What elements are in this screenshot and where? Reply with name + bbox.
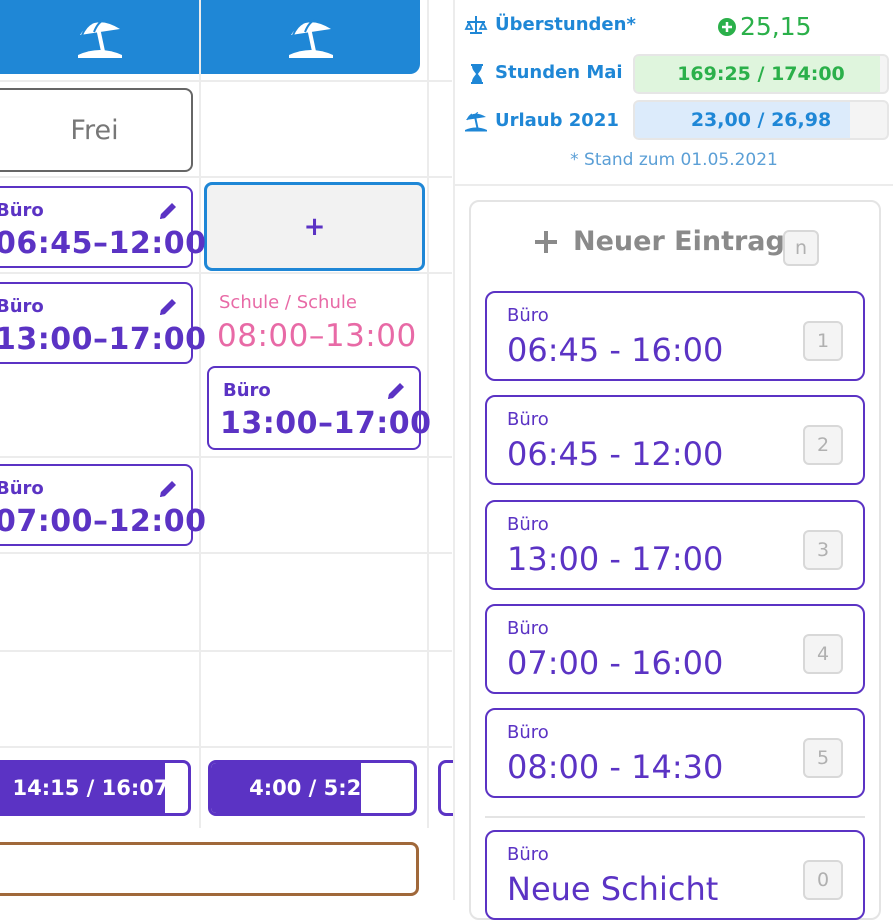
- entry-label: Büro: [507, 305, 549, 326]
- template-entry[interactable]: Büro 07:00 - 16:00 4: [485, 604, 865, 694]
- shortcut-key: 4: [803, 634, 843, 674]
- grid-line: [0, 746, 452, 748]
- overtime-value: 25,15: [718, 12, 812, 41]
- entry-time: 07:00 - 16:00: [507, 644, 724, 682]
- add-label: +: [303, 211, 326, 242]
- new-entry-panel: Neuer Eintrag n Büro 06:45 - 16:00 1 Bür…: [469, 200, 881, 920]
- template-entry[interactable]: Büro 13:00 - 17:00 3: [485, 500, 865, 590]
- pencil-icon[interactable]: [157, 296, 179, 318]
- hours-value: 169:25 / 174:00: [677, 63, 845, 85]
- sum-text: 4:00 / 5:25: [249, 776, 376, 800]
- vacation-bar: 23,00 / 26,98: [633, 100, 889, 140]
- shift-card[interactable]: Büro 07:00–12:00: [0, 464, 206, 546]
- beach-umbrella-icon: [463, 110, 489, 132]
- free-day-box[interactable]: Frei: [0, 88, 193, 172]
- entry-label: Büro: [507, 514, 549, 535]
- pencil-icon[interactable]: [157, 478, 179, 500]
- grid-line: [0, 552, 452, 554]
- entry-time: 06:45 - 12:00: [507, 435, 724, 473]
- day-header[interactable]: [0, 0, 199, 74]
- divider: [455, 184, 893, 186]
- balance-scale-icon: [464, 16, 488, 34]
- divider: [485, 816, 865, 818]
- shift-label: Büro: [0, 478, 44, 499]
- free-label: Frei: [70, 114, 119, 146]
- sidebar: Überstunden* 25,15 Stunden Mai 169:25 / …: [453, 0, 893, 920]
- plus-icon: [535, 230, 557, 253]
- grid-line: [0, 650, 452, 652]
- shift-card[interactable]: Büro 13:00–17:00: [0, 282, 206, 364]
- shortcut-key: 2: [803, 425, 843, 465]
- new-entry-header[interactable]: Neuer Eintrag: [533, 226, 785, 257]
- grid-line: [0, 456, 452, 458]
- shortcut-key: 5: [803, 738, 843, 778]
- shift-time: 06:45–12:00: [0, 226, 207, 261]
- overtime-label: Überstunden*: [495, 14, 636, 35]
- entry-time: 13:00 - 17:00: [507, 540, 724, 578]
- entry-time: 08:00 - 14:30: [507, 748, 724, 786]
- school-label: Schule / Schule: [219, 292, 357, 313]
- template-entry[interactable]: Büro 08:00 - 14:30 5: [485, 708, 865, 798]
- hours-label: Stunden Mai: [495, 62, 623, 83]
- template-entry[interactable]: Büro 06:45 - 16:00 1: [485, 291, 865, 381]
- grid-line: [0, 272, 452, 274]
- week-sum-bar: 4:00 / 5:25: [208, 760, 417, 816]
- beach-umbrella-icon: [74, 15, 126, 59]
- entry-time: Neue Schicht: [507, 870, 719, 908]
- pencil-icon[interactable]: [157, 200, 179, 222]
- entry-time: 06:45 - 16:00: [507, 331, 724, 369]
- entry-label: Büro: [507, 409, 549, 430]
- calendar-grid: Frei + Büro 06:45–12:00 Büro 13:00–17:00…: [0, 0, 478, 900]
- plus-circle-icon: [718, 17, 736, 36]
- entry-label: Büro: [507, 844, 549, 865]
- shift-time: 13:00–17:00: [220, 406, 432, 441]
- grid-line: [0, 80, 452, 82]
- entry-label: Büro: [507, 618, 549, 639]
- beach-umbrella-icon: [285, 15, 337, 59]
- template-entry[interactable]: Büro 06:45 - 12:00 2: [485, 395, 865, 485]
- grid-line: [199, 0, 201, 828]
- note-box[interactable]: [0, 842, 419, 896]
- shortcut-key: 3: [803, 530, 843, 570]
- new-entry-title: Neuer Eintrag: [573, 226, 785, 257]
- week-sum-bar: 14:15 / 16:07: [0, 760, 191, 816]
- day-header[interactable]: [201, 0, 420, 74]
- vacation-label: Urlaub 2021: [495, 110, 619, 131]
- shift-label: Büro: [0, 296, 44, 317]
- shortcut-key: 1: [803, 321, 843, 361]
- entry-label: Büro: [507, 722, 549, 743]
- stats-note: * Stand zum 01.05.2021: [570, 150, 778, 170]
- shift-card[interactable]: Büro 06:45–12:00: [0, 186, 206, 268]
- new-shift-entry[interactable]: Büro Neue Schicht 0: [485, 830, 865, 920]
- shortcut-key: 0: [803, 860, 843, 900]
- shift-time: 07:00–12:00: [0, 504, 207, 539]
- school-time: 08:00–13:00: [217, 318, 417, 354]
- hourglass-icon: [471, 64, 483, 84]
- add-shift-button[interactable]: +: [204, 182, 425, 271]
- shift-time: 13:00–17:00: [0, 322, 207, 357]
- sum-text: 14:15 / 16:07: [12, 776, 169, 800]
- shift-card[interactable]: Büro 13:00–17:00: [207, 366, 431, 450]
- shift-label: Büro: [223, 380, 271, 401]
- grid-line: [0, 176, 452, 178]
- hours-bar: 169:25 / 174:00: [633, 54, 889, 94]
- shortcut-key: n: [783, 230, 819, 266]
- shift-label: Büro: [0, 200, 44, 221]
- vacation-value: 23,00 / 26,98: [690, 109, 832, 131]
- pencil-icon[interactable]: [385, 380, 407, 402]
